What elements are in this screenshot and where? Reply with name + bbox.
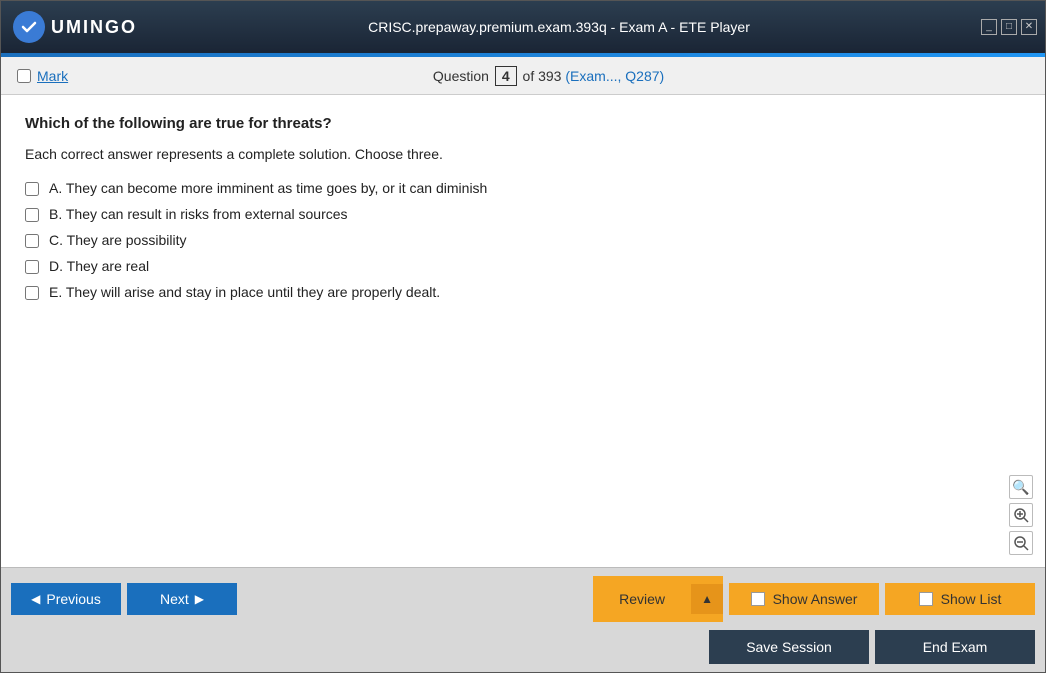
close-button[interactable]: ✕	[1021, 19, 1037, 35]
question-ref: (Exam..., Q287)	[565, 68, 664, 84]
toolbar: Mark Question 4 of 393 (Exam..., Q287)	[1, 57, 1045, 95]
show-list-label: Show List	[941, 591, 1002, 607]
show-list-checkbox-icon	[919, 592, 933, 606]
end-exam-button[interactable]: End Exam	[875, 630, 1035, 664]
answer-option-c[interactable]: C. They are possibility	[25, 232, 1021, 248]
mark-input[interactable]	[17, 69, 31, 83]
title-bar: UMINGO CRISC.prepaway.premium.exam.393q …	[1, 1, 1045, 53]
option-checkbox-a[interactable]	[25, 182, 39, 196]
option-text-e: E. They will arise and stay in place unt…	[49, 284, 440, 300]
logo-text: UMINGO	[51, 17, 137, 38]
save-session-button[interactable]: Save Session	[709, 630, 869, 664]
zoom-out-button[interactable]	[1009, 531, 1033, 555]
question-nav: Question 4 of 393 (Exam..., Q287)	[68, 66, 1029, 86]
logo-icon	[13, 11, 45, 43]
search-button[interactable]: 🔍	[1009, 475, 1033, 499]
maximize-button[interactable]: □	[1001, 19, 1017, 35]
question-instruction: Each correct answer represents a complet…	[25, 146, 1021, 162]
option-checkbox-e[interactable]	[25, 286, 39, 300]
title-bar-left: UMINGO	[13, 11, 137, 43]
show-answer-label: Show Answer	[773, 591, 858, 607]
answer-option-e[interactable]: E. They will arise and stay in place unt…	[25, 284, 1021, 300]
content-area: Which of the following are true for thre…	[1, 95, 1045, 567]
window-controls: _ □ ✕	[981, 19, 1037, 35]
option-checkbox-b[interactable]	[25, 208, 39, 222]
next-button[interactable]: Next ▶	[127, 583, 237, 615]
show-answer-button[interactable]: Show Answer	[729, 583, 879, 615]
review-button[interactable]: Review ▲	[593, 576, 723, 622]
zoom-in-button[interactable]	[1009, 503, 1033, 527]
window-title: CRISC.prepaway.premium.exam.393q - Exam …	[137, 19, 981, 35]
question-total: of 393	[523, 68, 562, 84]
next-arrow-icon: ▶	[195, 592, 204, 606]
minimize-button[interactable]: _	[981, 19, 997, 35]
previous-arrow-icon: ◀	[31, 592, 40, 606]
next-label: Next	[160, 591, 189, 607]
review-dropdown-icon: ▲	[691, 584, 723, 614]
previous-button[interactable]: ◀ Previous	[11, 583, 121, 615]
answer-option-d[interactable]: D. They are real	[25, 258, 1021, 274]
show-list-button[interactable]: Show List	[885, 583, 1035, 615]
option-text-b: B. They can result in risks from externa…	[49, 206, 348, 222]
bottom-bar: ◀ Previous Next ▶ Review ▲ Show Answer S…	[1, 567, 1045, 630]
answer-options: A. They can become more imminent as time…	[25, 180, 1021, 300]
bottom-bar-2: Save Session End Exam	[1, 630, 1045, 672]
option-text-a: A. They can become more imminent as time…	[49, 180, 487, 196]
option-text-d: D. They are real	[49, 258, 149, 274]
option-text-c: C. They are possibility	[49, 232, 186, 248]
answer-option-a[interactable]: A. They can become more imminent as time…	[25, 180, 1021, 196]
question-number: 4	[495, 66, 517, 86]
answer-option-b[interactable]: B. They can result in risks from externa…	[25, 206, 1021, 222]
review-label: Review	[593, 591, 691, 607]
previous-label: Previous	[46, 591, 100, 607]
question-title: Which of the following are true for thre…	[25, 115, 1021, 132]
zoom-controls: 🔍	[1009, 475, 1033, 555]
show-answer-checkbox-icon	[751, 592, 765, 606]
question-label: Question	[433, 68, 489, 84]
logo: UMINGO	[13, 11, 137, 43]
option-checkbox-d[interactable]	[25, 260, 39, 274]
mark-checkbox[interactable]: Mark	[17, 68, 68, 84]
mark-label[interactable]: Mark	[37, 68, 68, 84]
option-checkbox-c[interactable]	[25, 234, 39, 248]
main-window: UMINGO CRISC.prepaway.premium.exam.393q …	[0, 0, 1046, 673]
